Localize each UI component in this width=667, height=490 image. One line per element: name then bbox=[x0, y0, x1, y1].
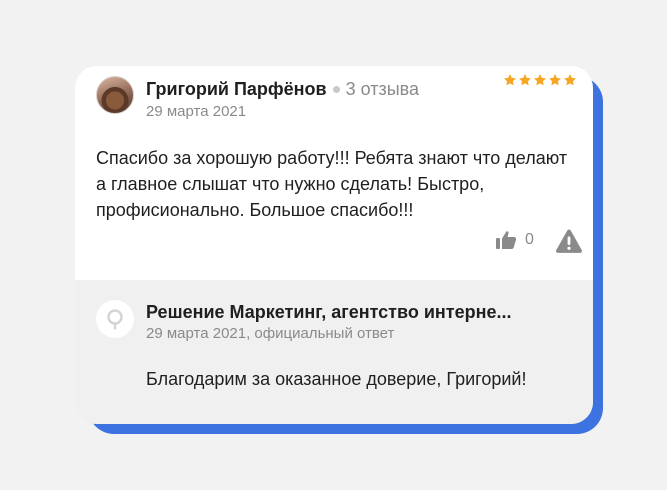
separator-dot bbox=[332, 86, 340, 93]
rating-stars bbox=[503, 73, 577, 87]
star-icon bbox=[504, 74, 516, 86]
company-name[interactable]: Решение Маркетинг, агентство интерне... bbox=[146, 302, 511, 323]
reply-meta: 29 марта 2021, официальный ответ bbox=[146, 325, 395, 342]
official-reply: Решение Маркетинг, агентство интерне... … bbox=[75, 280, 593, 424]
company-logo[interactable] bbox=[96, 300, 134, 338]
review-card: Григорий Парфёнов 3 отзыва 29 марта 2021… bbox=[75, 66, 593, 424]
review-date: 29 марта 2021 bbox=[146, 103, 247, 120]
thumbs-up-icon bbox=[496, 231, 517, 249]
review-widget: Григорий Парфёнов 3 отзыва 29 марта 2021… bbox=[0, 0, 667, 490]
review-section: Григорий Парфёнов 3 отзыва 29 марта 2021… bbox=[75, 66, 593, 280]
star-icon bbox=[519, 74, 531, 86]
author-row: Григорий Парфёнов 3 отзыва bbox=[146, 79, 419, 100]
user-avatar[interactable] bbox=[96, 76, 134, 114]
star-icon bbox=[549, 74, 561, 86]
author-review-count[interactable]: 3 отзыва bbox=[346, 79, 419, 100]
star-icon bbox=[534, 74, 546, 86]
author-name[interactable]: Григорий Парфёнов bbox=[146, 79, 327, 100]
like-count: 0 bbox=[525, 231, 534, 248]
company-logo-icon bbox=[107, 309, 123, 330]
review-text: Спасибо за хорошую работу!!! Ребята знаю… bbox=[96, 148, 568, 220]
star-icon bbox=[564, 74, 576, 86]
warning-icon bbox=[556, 229, 582, 253]
like-button[interactable]: 0 bbox=[495, 228, 534, 252]
report-button[interactable] bbox=[555, 228, 583, 254]
reply-text: Благодарим за оказанное доверие, Григори… bbox=[146, 369, 527, 389]
